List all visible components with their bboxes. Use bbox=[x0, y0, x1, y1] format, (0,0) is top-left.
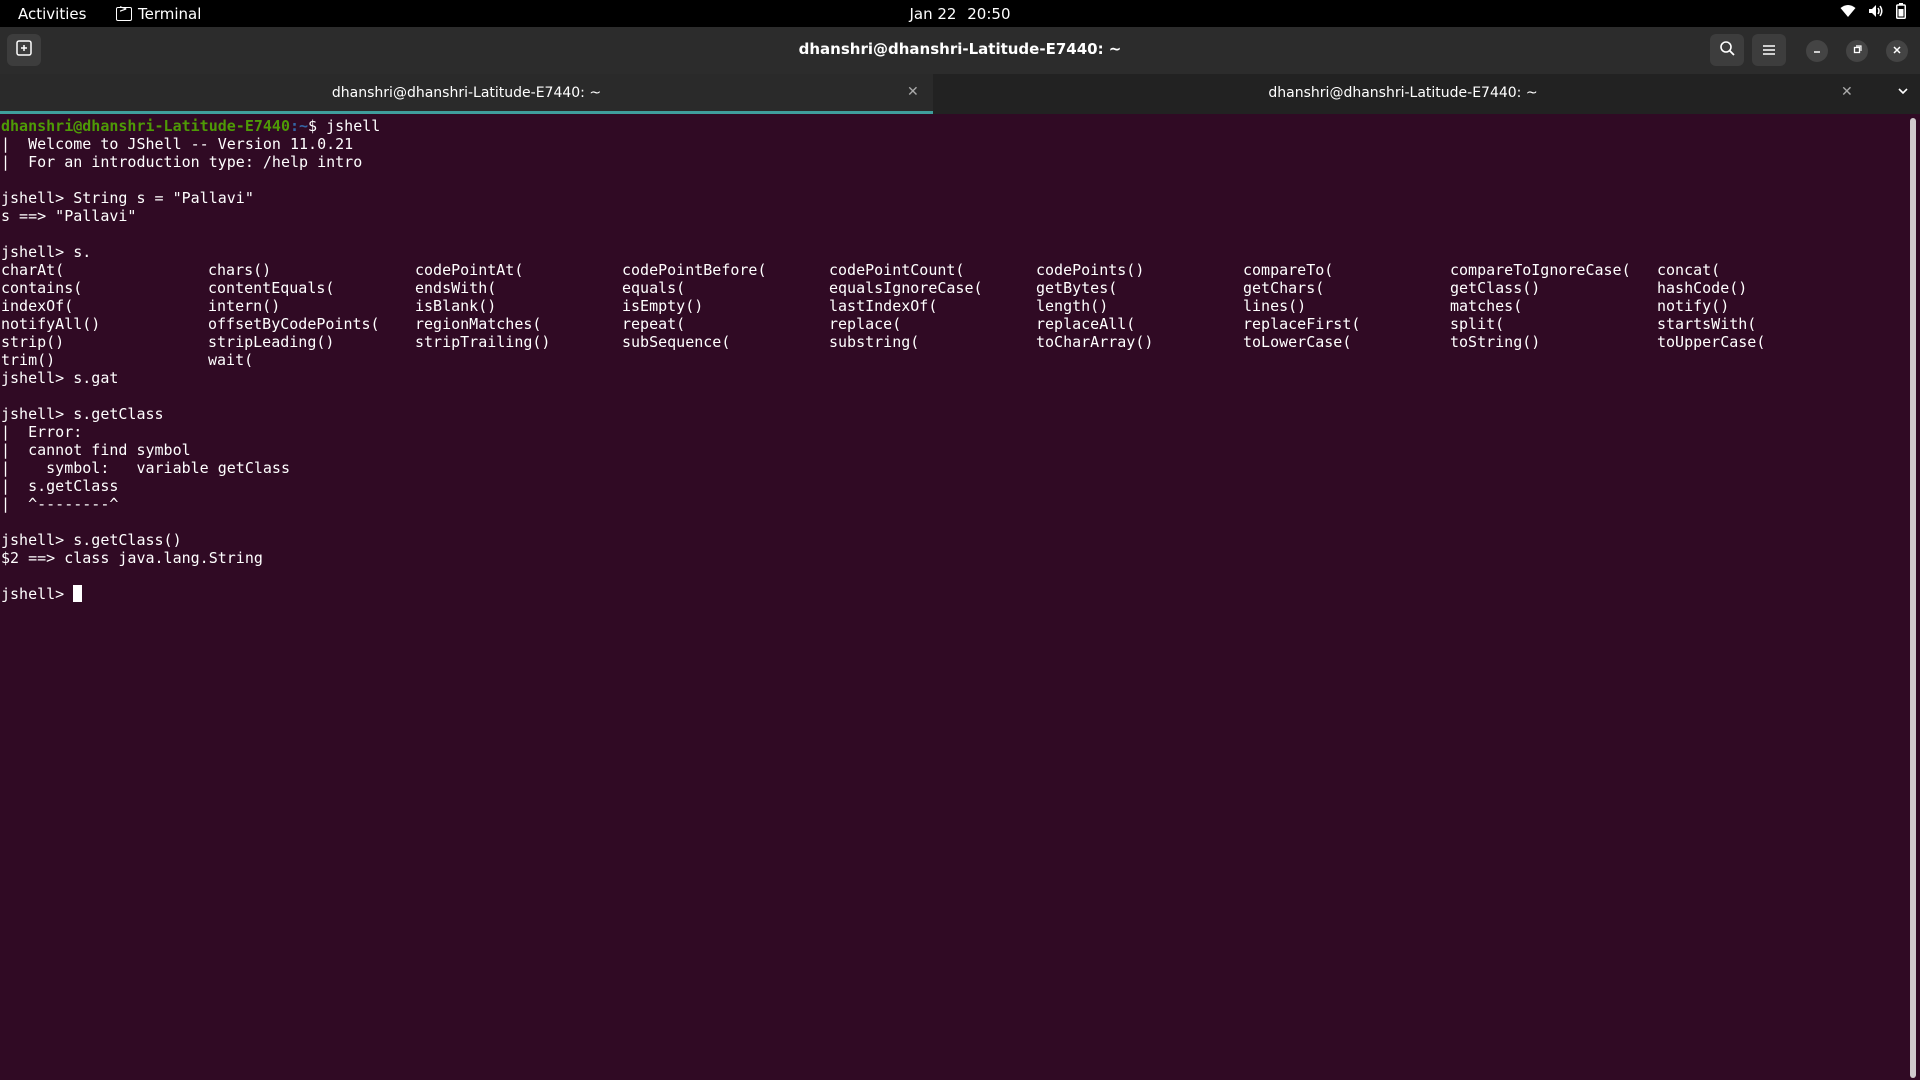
terminal-line: jshell> s.getClass() bbox=[1, 531, 182, 549]
text-cursor bbox=[73, 585, 83, 602]
completion-item: getChars( bbox=[1243, 279, 1325, 297]
terminal-line: | Error: bbox=[1, 423, 83, 441]
tab-close-button[interactable]: ✕ bbox=[1841, 84, 1853, 100]
completion-item: lines() bbox=[1243, 297, 1307, 315]
completion-item: lastIndexOf( bbox=[829, 297, 938, 315]
terminal-line: | cannot find symbol bbox=[1, 441, 191, 459]
completion-item: substring( bbox=[829, 333, 920, 351]
completion-item: codePointAt( bbox=[415, 261, 524, 279]
terminal-line: jshell> s. bbox=[1, 243, 92, 261]
minimize-button[interactable] bbox=[1806, 40, 1828, 62]
volume-icon bbox=[1868, 4, 1884, 18]
menu-button[interactable] bbox=[1752, 34, 1786, 66]
completion-item: codePoints() bbox=[1036, 261, 1145, 279]
terminal-line: | s.getClass bbox=[1, 477, 119, 495]
completion-item: split( bbox=[1450, 315, 1505, 333]
tab-bar: dhanshri@dhanshri-Latitude-E7440: ~ ✕ dh… bbox=[0, 74, 1920, 114]
tab-label: dhanshri@dhanshri-Latitude-E7440: ~ bbox=[331, 85, 602, 101]
completion-item: isBlank() bbox=[415, 297, 497, 315]
system-tray[interactable] bbox=[1840, 3, 1906, 19]
terminal-output[interactable]: dhanshri@dhanshri-Latitude-E7440:~$ jshe… bbox=[0, 114, 1908, 1080]
completion-item: strip() bbox=[1, 333, 65, 351]
window-header-bar: dhanshri@dhanshri-Latitude-E7440: ~ bbox=[0, 27, 1920, 74]
completion-item: toString() bbox=[1450, 333, 1541, 351]
prompt-user: dhanshri@dhanshri-Latitude-E7440 bbox=[1, 117, 290, 135]
completion-item: chars() bbox=[208, 261, 272, 279]
completion-item: concat( bbox=[1657, 261, 1721, 279]
terminal-line: jshell> s.getClass bbox=[1, 405, 164, 423]
completion-item: equalsIgnoreCase( bbox=[829, 279, 983, 297]
restore-icon bbox=[1852, 44, 1862, 58]
completion-item: toLowerCase( bbox=[1243, 333, 1352, 351]
terminal-line: | ^--------^ bbox=[1, 495, 119, 513]
completion-item: charAt( bbox=[1, 261, 65, 279]
terminal-line: $2 ==> class java.lang.String bbox=[1, 549, 263, 567]
completion-item: contains( bbox=[1, 279, 83, 297]
clock-time: 20:50 bbox=[967, 5, 1011, 23]
completion-item: notifyAll() bbox=[1, 315, 101, 333]
completion-item: indexOf( bbox=[1, 297, 74, 315]
jshell-prompt: jshell> bbox=[1, 585, 74, 603]
window-title: dhanshri@dhanshri-Latitude-E7440: ~ bbox=[798, 40, 1122, 58]
minimize-icon bbox=[1812, 44, 1822, 58]
completion-item: endsWith( bbox=[415, 279, 497, 297]
completion-item: matches( bbox=[1450, 297, 1523, 315]
completion-item: compareTo( bbox=[1243, 261, 1334, 279]
completion-item: compareToIgnoreCase( bbox=[1450, 261, 1631, 279]
terminal-line: | Welcome to JShell -- Version 11.0.21 bbox=[1, 135, 354, 153]
completion-item: replaceFirst( bbox=[1243, 315, 1361, 333]
completion-item: getClass() bbox=[1450, 279, 1541, 297]
completion-item: trim() bbox=[1, 351, 56, 369]
terminal-line: jshell> s.gat bbox=[1, 369, 119, 387]
completion-item: contentEquals( bbox=[208, 279, 335, 297]
tab-terminal-1[interactable]: dhanshri@dhanshri-Latitude-E7440: ~ ✕ bbox=[0, 74, 933, 114]
completion-item: toUpperCase( bbox=[1657, 333, 1766, 351]
completion-item: notify() bbox=[1657, 297, 1730, 315]
clock-date: Jan 22 bbox=[909, 5, 957, 23]
terminal-line: jshell> String s = "Pallavi" bbox=[1, 189, 254, 207]
terminal-line: | For an introduction type: /help intro bbox=[1, 153, 363, 171]
terminal-scrollbar[interactable] bbox=[1910, 118, 1916, 1078]
completion-item: toCharArray() bbox=[1036, 333, 1154, 351]
tab-terminal-2[interactable]: dhanshri@dhanshri-Latitude-E7440: ~ ✕ bbox=[933, 74, 1873, 114]
completion-item: regionMatches( bbox=[415, 315, 542, 333]
completion-item: wait( bbox=[208, 351, 254, 369]
battery-icon bbox=[1896, 3, 1906, 19]
completion-item: codePointCount( bbox=[829, 261, 965, 279]
close-icon bbox=[1892, 44, 1902, 58]
terminal-line: | symbol: variable getClass bbox=[1, 459, 290, 477]
completion-item: replace( bbox=[829, 315, 902, 333]
input-prompt-line[interactable]: jshell> bbox=[1, 585, 83, 603]
system-top-bar: Activities Terminal Jan 22 20:50 bbox=[0, 0, 1920, 27]
completion-item: getBytes( bbox=[1036, 279, 1118, 297]
restore-button[interactable] bbox=[1846, 40, 1868, 62]
terminal-line: s ==> "Pallavi" bbox=[1, 207, 137, 225]
completion-item: intern() bbox=[208, 297, 281, 315]
search-button[interactable] bbox=[1710, 34, 1744, 66]
completion-item: replaceAll( bbox=[1036, 315, 1136, 333]
completion-item: isEmpty() bbox=[622, 297, 704, 315]
completion-item: stripTrailing() bbox=[415, 333, 551, 351]
completion-item: equals( bbox=[622, 279, 686, 297]
clock[interactable]: Jan 22 20:50 bbox=[0, 5, 1920, 23]
prompt-command: $ jshell bbox=[308, 117, 381, 135]
search-icon bbox=[1719, 40, 1735, 60]
completion-item: stripLeading() bbox=[208, 333, 335, 351]
tab-close-button[interactable]: ✕ bbox=[907, 84, 919, 100]
completion-item: startsWith( bbox=[1657, 315, 1757, 333]
prompt-path: :~ bbox=[289, 117, 309, 135]
close-window-button[interactable] bbox=[1886, 40, 1908, 62]
completion-item: codePointBefore( bbox=[622, 261, 767, 279]
completion-item: hashCode() bbox=[1657, 279, 1748, 297]
wifi-icon bbox=[1840, 4, 1856, 18]
completion-item: length() bbox=[1036, 297, 1109, 315]
completion-item: subSequence( bbox=[622, 333, 731, 351]
completion-item: repeat( bbox=[622, 315, 686, 333]
shell-prompt-line: dhanshri@dhanshri-Latitude-E7440:~$ jshe… bbox=[1, 117, 380, 135]
completion-item: offsetByCodePoints( bbox=[208, 315, 380, 333]
chevron-down-icon[interactable] bbox=[1896, 84, 1910, 102]
hamburger-menu-icon bbox=[1762, 41, 1776, 60]
tab-label: dhanshri@dhanshri-Latitude-E7440: ~ bbox=[1268, 85, 1538, 101]
